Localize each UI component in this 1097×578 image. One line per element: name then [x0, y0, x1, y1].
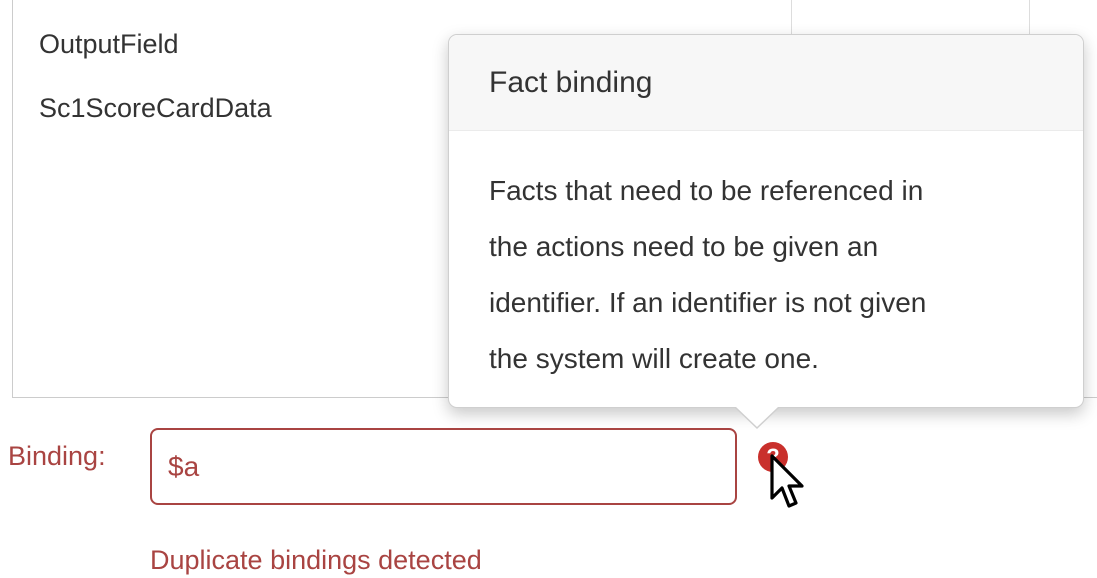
column-divider	[1029, 0, 1030, 34]
popover-content-line: Facts that need to be referenced in	[489, 175, 924, 206]
fact-binding-popover: Fact binding Facts that need to be refer…	[448, 34, 1084, 429]
popover-content-line: the actions need to be given an	[489, 231, 879, 262]
popover-content: Facts that need to be referenced in the …	[449, 131, 1083, 387]
popover-arrow-fill	[735, 406, 779, 427]
popover-title: Fact binding	[449, 35, 1083, 131]
fact-item-sc1scorecarddata[interactable]: Sc1ScoreCardData	[39, 92, 272, 124]
binding-label: Binding:	[8, 441, 106, 471]
binding-input[interactable]	[150, 428, 737, 505]
binding-error-message: Duplicate bindings detected	[150, 545, 482, 575]
mouse-pointer-icon	[770, 454, 804, 508]
column-divider	[791, 0, 792, 34]
popover-content-line: identifier. If an identifier is not give…	[489, 287, 927, 318]
fact-item-outputfield[interactable]: OutputField	[39, 28, 179, 60]
popover-content-line: the system will create one.	[489, 343, 819, 374]
